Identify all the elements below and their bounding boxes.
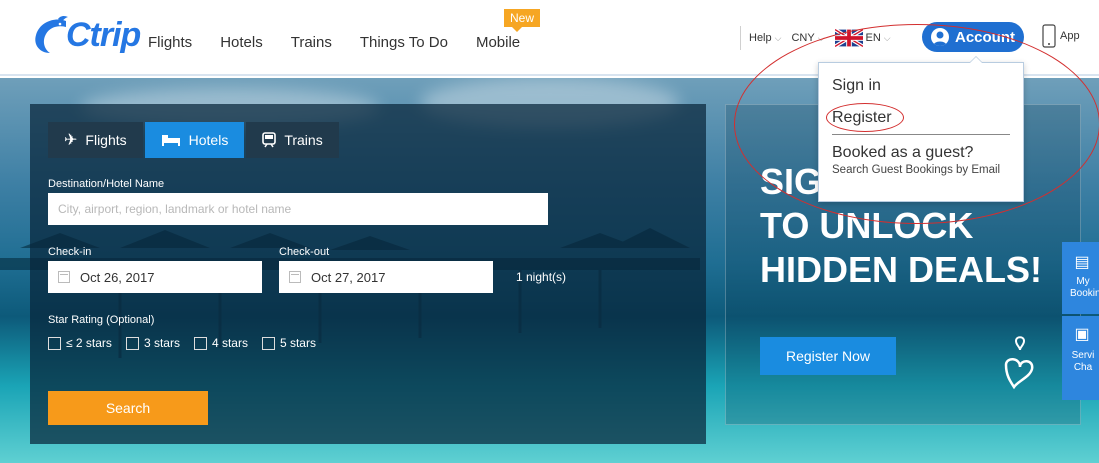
star-rating-label: Star Rating (Optional): [48, 314, 155, 326]
destination-input[interactable]: City, airport, region, landmark or hotel…: [48, 193, 548, 225]
search-button[interactable]: Search: [48, 391, 208, 425]
tab-hotels[interactable]: Hotels: [144, 122, 245, 158]
star-option-4[interactable]: 4 stars: [193, 336, 248, 350]
checkbox[interactable]: [261, 336, 275, 350]
chat-icon: ▣: [1074, 326, 1090, 343]
chevron-down-icon: ⌵: [817, 32, 825, 43]
phone-icon: [1042, 24, 1056, 48]
checkbox[interactable]: [48, 336, 61, 350]
nav-hotels[interactable]: Hotels: [220, 34, 263, 51]
account-label: Account: [955, 28, 1015, 46]
my-bookings-label: My Bookin: [1070, 276, 1099, 299]
checkbox[interactable]: [193, 336, 207, 350]
star-option-label: 5 stars: [279, 336, 316, 350]
star-option-5[interactable]: 5 stars: [261, 336, 316, 350]
header-tools: Help ⌵ CNY ⌵ EN ⌵: [740, 24, 901, 52]
train-icon: [262, 132, 277, 148]
register-link[interactable]: Register: [832, 109, 892, 127]
help-menu[interactable]: Help ⌵: [749, 32, 781, 44]
currency-menu[interactable]: CNY ⌵: [791, 32, 824, 44]
nav-mobile[interactable]: Mobile: [476, 34, 520, 51]
hotel-search-panel: ✈ Flights Hotels Trains Destination/Hote…: [30, 104, 706, 444]
star-option-label: ≤ 2 stars: [66, 336, 112, 350]
app-label: App: [1060, 30, 1080, 42]
service-chat-label: Servi Cha: [1071, 350, 1095, 373]
user-avatar-icon: [931, 28, 949, 46]
uk-flag-icon: [834, 29, 863, 47]
divider: [740, 26, 741, 50]
nav-flights[interactable]: Flights: [148, 34, 192, 51]
service-chat-widget[interactable]: ▣ Servi Cha: [1062, 316, 1099, 400]
tab-trains[interactable]: Trains: [246, 122, 339, 158]
search-tabs: ✈ Flights Hotels Trains: [48, 122, 341, 158]
account-button[interactable]: Account: [922, 22, 1024, 52]
chevron-down-icon: ⌵: [883, 32, 891, 43]
destination-placeholder: City, airport, region, landmark or hotel…: [58, 202, 292, 216]
chevron-down-icon: ⌵: [774, 32, 782, 43]
currency-label: CNY: [791, 32, 815, 44]
promo-line-2: TO UNLOCK: [760, 205, 974, 246]
tab-flights[interactable]: ✈ Flights: [48, 122, 143, 158]
sign-in-link[interactable]: Sign in: [832, 77, 881, 95]
promo-line-3: HIDDEN DEALS!: [760, 249, 1043, 290]
airplane-icon: ✈: [64, 132, 78, 149]
star-option-label: 3 stars: [143, 336, 180, 350]
language-label: EN: [865, 32, 881, 44]
help-label: Help: [749, 32, 772, 44]
language-menu[interactable]: EN ⌵: [834, 29, 891, 47]
promo-line-1: SIG: [760, 161, 823, 202]
checkin-input[interactable]: Oct 26, 2017: [48, 261, 262, 293]
nights-count: 1 night(s): [516, 270, 567, 284]
checkin-value: Oct 26, 2017: [80, 269, 155, 285]
account-dropdown: Sign in Register Booked as a guest? Sear…: [818, 56, 1024, 202]
checkout-label: Check-out: [279, 246, 330, 258]
calendar-icon: [58, 271, 70, 283]
main-nav: Flights Hotels Trains Things To Do Mobil…: [148, 34, 548, 51]
dolphin-logo-icon: [35, 15, 68, 54]
nav-things-to-do[interactable]: Things To Do: [360, 34, 448, 51]
destination-label: Destination/Hotel Name: [48, 178, 165, 190]
tab-label: Trains: [284, 132, 323, 148]
star-option-label: 4 stars: [211, 336, 248, 350]
checkbox[interactable]: [125, 336, 139, 350]
guest-booking-title: Booked as a guest?: [832, 144, 974, 161]
guest-booking-link[interactable]: Search Guest Bookings by Email: [832, 163, 1012, 178]
register-now-button[interactable]: Register Now: [760, 337, 896, 375]
checkin-label: Check-in: [48, 246, 92, 258]
logo-text: Ctrip: [66, 15, 141, 54]
bed-icon: [161, 135, 180, 146]
new-badge: New: [504, 9, 541, 32]
my-bookings-widget[interactable]: ▤ My Bookin: [1062, 242, 1099, 314]
calendar-icon: [289, 271, 301, 283]
heart-icon: [1004, 336, 1034, 390]
checkout-value: Oct 27, 2017: [311, 269, 386, 285]
tab-label: Hotels: [188, 132, 229, 148]
star-rating-options: ≤ 2 stars 3 stars 4 stars 5 stars: [48, 336, 330, 350]
star-option-3[interactable]: 3 stars: [125, 336, 180, 350]
nav-trains[interactable]: Trains: [291, 34, 332, 51]
divider: [832, 134, 1010, 135]
star-option-2[interactable]: ≤ 2 stars: [48, 336, 112, 350]
checkout-input[interactable]: Oct 27, 2017: [279, 261, 493, 293]
app-download[interactable]: App: [1042, 24, 1080, 48]
tab-label: Flights: [85, 132, 127, 148]
document-icon: ▤: [1074, 254, 1090, 271]
ctrip-logo[interactable]: Ctrip: [30, 14, 141, 56]
